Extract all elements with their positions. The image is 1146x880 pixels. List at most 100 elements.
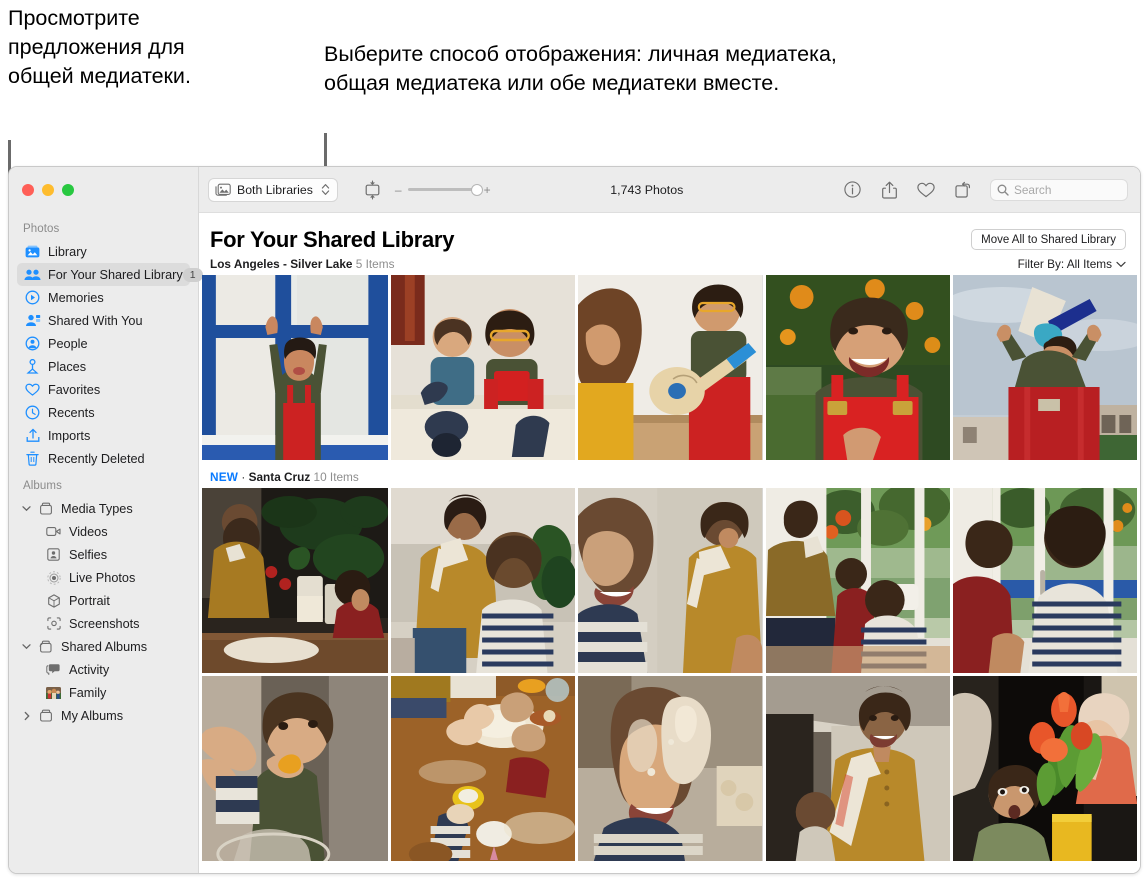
sidebar-item-places[interactable]: Places bbox=[17, 355, 190, 378]
filter-by-dropdown[interactable]: Filter By: All Items bbox=[1018, 257, 1126, 271]
photo-boy-with-megaphone-sky[interactable] bbox=[952, 275, 1137, 460]
zoom-button[interactable] bbox=[62, 184, 74, 196]
aspect-fit-icon[interactable] bbox=[364, 179, 381, 200]
people-icon bbox=[23, 336, 42, 351]
move-all-to-shared-library-button[interactable]: Move All to Shared Library bbox=[971, 229, 1126, 250]
shared-people-icon bbox=[23, 267, 42, 282]
toolbar: Both Libraries – + 1,743 Photos Search bbox=[199, 167, 1140, 213]
clock-icon bbox=[23, 405, 42, 420]
album-icon bbox=[36, 708, 55, 723]
photo-boy-with-tulips-and-baby[interactable] bbox=[952, 676, 1137, 861]
sidebar-item-shared-with-you[interactable]: Shared With You bbox=[17, 309, 190, 332]
photo-girl-and-boy-with-ukulele[interactable] bbox=[578, 275, 763, 460]
photo-hands-kneading-dough-table[interactable] bbox=[391, 676, 576, 861]
shared-album-icon bbox=[36, 639, 55, 654]
photo-two-boys-at-window-dough[interactable] bbox=[952, 488, 1137, 673]
sidebar-item-recently-deleted[interactable]: Recently Deleted bbox=[17, 447, 190, 470]
sidebar-item-selfies[interactable]: Selfies bbox=[17, 543, 190, 566]
sidebar-item-memories[interactable]: Memories bbox=[17, 286, 190, 309]
minimize-button[interactable] bbox=[42, 184, 54, 196]
photo-family-at-window-kneading[interactable] bbox=[765, 488, 950, 673]
photo-boy-floury-hands-on-face[interactable] bbox=[578, 676, 763, 861]
photos-library-icon bbox=[23, 244, 42, 259]
main-area: Both Libraries – + 1,743 Photos Search F… bbox=[199, 167, 1140, 873]
sidebar-item-shared-albums[interactable]: Shared Albums bbox=[17, 635, 190, 658]
chevron-down-icon[interactable] bbox=[21, 641, 32, 652]
sidebar-section-photos-title: Photos bbox=[23, 223, 60, 235]
portrait-icon bbox=[44, 593, 63, 608]
chevron-down-icon bbox=[1116, 261, 1126, 268]
chevron-right-icon[interactable] bbox=[21, 710, 32, 721]
photo-boy-laughing-with-mother[interactable] bbox=[578, 488, 763, 673]
section-place: Santa Cruz bbox=[248, 470, 311, 484]
sidebar-item-recents[interactable]: Recents bbox=[17, 401, 190, 424]
zoom-out-label[interactable]: – bbox=[395, 183, 402, 197]
section-header-los-angeles: Los Angeles - Silver Lake 5 Items Filter… bbox=[199, 253, 1140, 275]
sidebar-item-my-albums[interactable]: My Albums bbox=[17, 704, 190, 727]
zoom-slider[interactable]: – + bbox=[395, 183, 491, 197]
photo-woman-baking-with-child-plants[interactable] bbox=[202, 488, 389, 673]
section-separator: · bbox=[241, 470, 246, 484]
zoom-slider-track[interactable] bbox=[407, 183, 483, 196]
sidebar-item-imports[interactable]: Imports bbox=[17, 424, 190, 447]
search-field[interactable]: Search bbox=[990, 178, 1128, 201]
section-item-count: 5 Items bbox=[355, 257, 395, 271]
photos-app-window: Photos Library For Your Shared Library 1… bbox=[8, 166, 1141, 874]
page-title: For Your Shared Library bbox=[210, 227, 455, 252]
sidebar-item-label: Selfies bbox=[69, 547, 108, 562]
sidebar-item-label: Family bbox=[69, 685, 107, 700]
photo-grid-row bbox=[199, 275, 1140, 460]
photo-woman-smiling-with-towel[interactable] bbox=[765, 676, 950, 861]
sidebar-item-label: Recently Deleted bbox=[48, 451, 145, 466]
selfie-icon bbox=[44, 547, 63, 562]
sidebar-item-portrait[interactable]: Portrait bbox=[17, 589, 190, 612]
toolbar-icon-group bbox=[843, 181, 972, 199]
sidebar-item-favorites[interactable]: Favorites bbox=[17, 378, 190, 401]
sidebar-item-live-photos[interactable]: Live Photos bbox=[17, 566, 190, 589]
heart-icon bbox=[23, 382, 42, 397]
share-icon[interactable] bbox=[880, 181, 898, 199]
sidebar-item-label: Library bbox=[48, 244, 87, 259]
window-controls[interactable] bbox=[9, 173, 198, 213]
filter-by-label: Filter By: All Items bbox=[1017, 257, 1112, 271]
video-icon bbox=[44, 524, 63, 539]
sidebar-item-label: Shared Albums bbox=[61, 639, 148, 654]
sidebar-item-activity[interactable]: Activity bbox=[17, 658, 190, 681]
sidebar-item-label: Live Photos bbox=[69, 570, 136, 585]
sidebar-item-people[interactable]: People bbox=[17, 332, 190, 355]
sidebar-item-media-types[interactable]: Media Types bbox=[17, 497, 190, 520]
memories-icon bbox=[23, 290, 42, 305]
close-button[interactable] bbox=[22, 184, 34, 196]
sidebar-item-for-your-shared-library[interactable]: For Your Shared Library 1 bbox=[17, 263, 203, 286]
photo-count-label: 1,743 Photos bbox=[610, 182, 684, 197]
section-new-tag: NEW bbox=[210, 470, 239, 484]
search-input[interactable]: Search bbox=[1014, 183, 1051, 197]
rotate-icon[interactable] bbox=[954, 181, 972, 199]
trash-icon bbox=[23, 451, 42, 466]
library-view-popup-button[interactable]: Both Libraries bbox=[208, 177, 338, 202]
zoom-slider-knob[interactable] bbox=[470, 183, 483, 196]
import-icon bbox=[23, 428, 42, 443]
places-pin-icon bbox=[23, 359, 42, 374]
sidebar: Photos Library For Your Shared Library 1… bbox=[9, 167, 203, 873]
photo-two-boys-on-bed-with-toy[interactable] bbox=[391, 275, 576, 460]
sidebar-item-screenshots[interactable]: Screenshots bbox=[17, 612, 190, 635]
photo-woman-and-boy-at-counter[interactable] bbox=[391, 488, 576, 673]
favorite-icon[interactable] bbox=[917, 181, 935, 199]
photo-boy-eating-with-adult-hand[interactable] bbox=[202, 676, 389, 861]
screenshot-icon bbox=[44, 616, 63, 631]
sidebar-item-label: Activity bbox=[69, 662, 110, 677]
sidebar-item-label: Media Types bbox=[61, 501, 133, 516]
sidebar-item-label: Shared With You bbox=[48, 313, 143, 328]
sidebar-item-label: People bbox=[48, 336, 88, 351]
section-header-santa-cruz: NEW · Santa Cruz 10 Items bbox=[199, 460, 1140, 488]
sidebar-item-library[interactable]: Library bbox=[17, 240, 190, 263]
sidebar-item-videos[interactable]: Videos bbox=[17, 520, 190, 543]
sidebar-item-label: For Your Shared Library bbox=[48, 267, 183, 282]
photo-child-waving-at-window[interactable] bbox=[202, 275, 389, 460]
sidebar-item-family[interactable]: Family bbox=[17, 681, 190, 704]
chevron-down-icon[interactable] bbox=[21, 503, 32, 514]
info-icon[interactable] bbox=[843, 181, 861, 199]
photo-smiling-boy-red-overalls[interactable] bbox=[765, 275, 950, 460]
sidebar-section-albums-title: Albums bbox=[23, 480, 62, 492]
